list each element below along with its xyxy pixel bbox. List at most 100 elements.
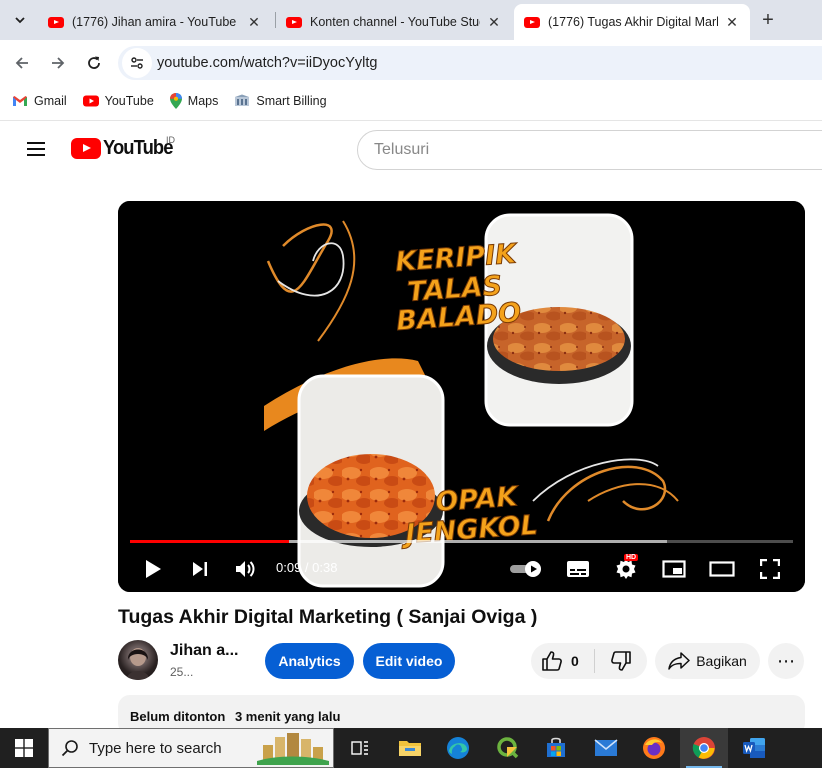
mail-icon <box>594 739 618 756</box>
progress-played <box>130 540 290 543</box>
edge-button[interactable] <box>434 728 482 768</box>
like-button[interactable]: 0 <box>531 643 594 679</box>
search-input[interactable] <box>374 141 822 159</box>
windows-taskbar: Type here to search <box>0 728 822 768</box>
more-actions-button[interactable]: ⋯ <box>768 643 804 679</box>
reload-icon <box>88 56 100 69</box>
bookmark-label: Smart Billing <box>256 94 327 108</box>
arrow-right-icon <box>52 57 65 69</box>
bookmark-gmail[interactable]: Gmail <box>12 94 67 108</box>
tab-tugas-akhir[interactable]: (1776) Tugas Akhir Digital Marketing ✕ <box>514 4 750 40</box>
autoplay-toggle[interactable] <box>508 555 544 583</box>
close-tab-icon[interactable]: ✕ <box>724 14 740 30</box>
edit-video-button[interactable]: Edit video <box>363 643 455 679</box>
url-text: youtube.com/watch?v=iiDyocYyltg <box>157 55 378 71</box>
volume-icon <box>236 561 255 577</box>
video-player[interactable]: KERIPIK TALAS BALADO OPAK JENGKOL 0:09 /… <box>118 201 805 592</box>
analytics-button[interactable]: Analytics <box>265 643 354 679</box>
miniplayer-button[interactable] <box>660 555 688 583</box>
browser-toolbar: youtube.com/watch?v=iiDyocYyltg <box>0 40 822 86</box>
skip-next-icon <box>193 562 207 576</box>
arrow-left-icon <box>15 57 28 69</box>
close-tab-icon[interactable]: ✕ <box>246 14 262 30</box>
close-tab-icon[interactable]: ✕ <box>486 14 502 30</box>
tune-icon <box>131 57 143 69</box>
share-button[interactable]: Bagikan <box>655 643 760 679</box>
back-button[interactable] <box>10 51 34 75</box>
channel-avatar[interactable] <box>118 640 158 680</box>
edge-icon <box>447 737 469 759</box>
subtitles-button[interactable] <box>564 555 592 583</box>
youtube-icon <box>82 95 99 107</box>
word-button[interactable] <box>730 728 778 768</box>
like-dislike-group: 0 <box>531 643 647 679</box>
task-view-button[interactable] <box>336 728 384 768</box>
bookmarks-bar: Gmail YouTube Maps Smart Billing <box>0 86 822 116</box>
search-box <box>357 130 822 170</box>
youtube-masthead: YouTube ID <box>0 121 822 177</box>
play-icon <box>146 560 161 578</box>
qgis-button[interactable] <box>484 728 532 768</box>
taskbar-search-box[interactable]: Type here to search <box>48 728 334 768</box>
tab-youtube-studio[interactable]: Konten channel - YouTube Studio ✕ <box>276 4 512 40</box>
like-count: 0 <box>571 653 579 669</box>
avatar-image <box>126 648 150 680</box>
thumbs-up-icon <box>542 651 562 671</box>
new-tab-button[interactable]: + <box>756 8 780 32</box>
time-display: 0:09 / 0:38 <box>276 560 338 575</box>
youtube-favicon-icon <box>524 16 540 28</box>
billing-icon <box>234 94 250 108</box>
settings-button[interactable]: HD <box>612 554 640 583</box>
folder-icon <box>399 741 421 756</box>
store-icon <box>547 737 565 757</box>
youtube-logo[interactable]: YouTube ID <box>71 135 179 160</box>
channel-name[interactable]: Jihan a... <box>170 642 238 660</box>
menu-icon <box>27 142 45 144</box>
dislike-button[interactable] <box>595 643 647 679</box>
youtube-favicon-icon <box>286 16 302 28</box>
tab-search-button[interactable] <box>8 8 32 32</box>
bookmark-label: YouTube <box>104 94 154 108</box>
address-bar[interactable]: youtube.com/watch?v=iiDyocYyltg <box>118 46 822 80</box>
start-button[interactable] <box>0 728 48 768</box>
youtube-favicon-icon <box>48 16 64 28</box>
maps-icon <box>169 93 182 109</box>
bookmark-youtube[interactable]: YouTube <box>82 94 154 108</box>
theater-mode-button[interactable] <box>708 555 736 583</box>
video-title: Tugas Akhir Digital Marketing ( Sanjai O… <box>118 606 538 628</box>
bookmark-label: Maps <box>187 94 219 108</box>
chevron-down-icon <box>15 17 25 24</box>
site-info-button[interactable] <box>122 48 152 78</box>
next-button[interactable] <box>186 555 214 583</box>
bookmark-maps[interactable]: Maps <box>169 93 219 109</box>
tab-jihan-amira[interactable]: (1776) Jihan amira - YouTube ✕ <box>38 4 272 40</box>
firefox-button[interactable] <box>630 728 678 768</box>
country-code: ID <box>166 135 175 145</box>
progress-bar[interactable] <box>130 540 793 543</box>
task-view-icon <box>351 741 368 755</box>
search-icon <box>61 740 78 757</box>
forward-button[interactable] <box>46 51 70 75</box>
share-label: Bagikan <box>696 653 747 669</box>
gmail-icon <box>12 95 28 107</box>
word-icon <box>743 738 765 758</box>
mail-button[interactable] <box>582 728 630 768</box>
guide-menu-button[interactable] <box>24 137 48 161</box>
search-highlight-icon <box>257 733 329 765</box>
file-explorer-button[interactable] <box>386 728 434 768</box>
chrome-button[interactable] <box>680 728 728 768</box>
firefox-icon <box>643 737 665 759</box>
fullscreen-button[interactable] <box>756 555 784 583</box>
mute-button[interactable] <box>232 555 260 583</box>
miniplayer-icon <box>662 560 686 578</box>
microsoft-store-button[interactable] <box>532 728 580 768</box>
bookmark-smart-billing[interactable]: Smart Billing <box>234 94 327 108</box>
subscriber-count: 25... <box>170 665 194 679</box>
browser-tab-strip: (1776) Jihan amira - YouTube ✕ Konten ch… <box>0 0 822 40</box>
theater-mode-icon <box>709 561 735 577</box>
reload-button[interactable] <box>82 51 106 75</box>
play-button[interactable] <box>139 555 167 583</box>
tab-title: (1776) Jihan amira - YouTube <box>72 15 237 29</box>
tab-title: Konten channel - YouTube Studio <box>310 15 480 29</box>
subtitles-icon <box>567 561 589 577</box>
